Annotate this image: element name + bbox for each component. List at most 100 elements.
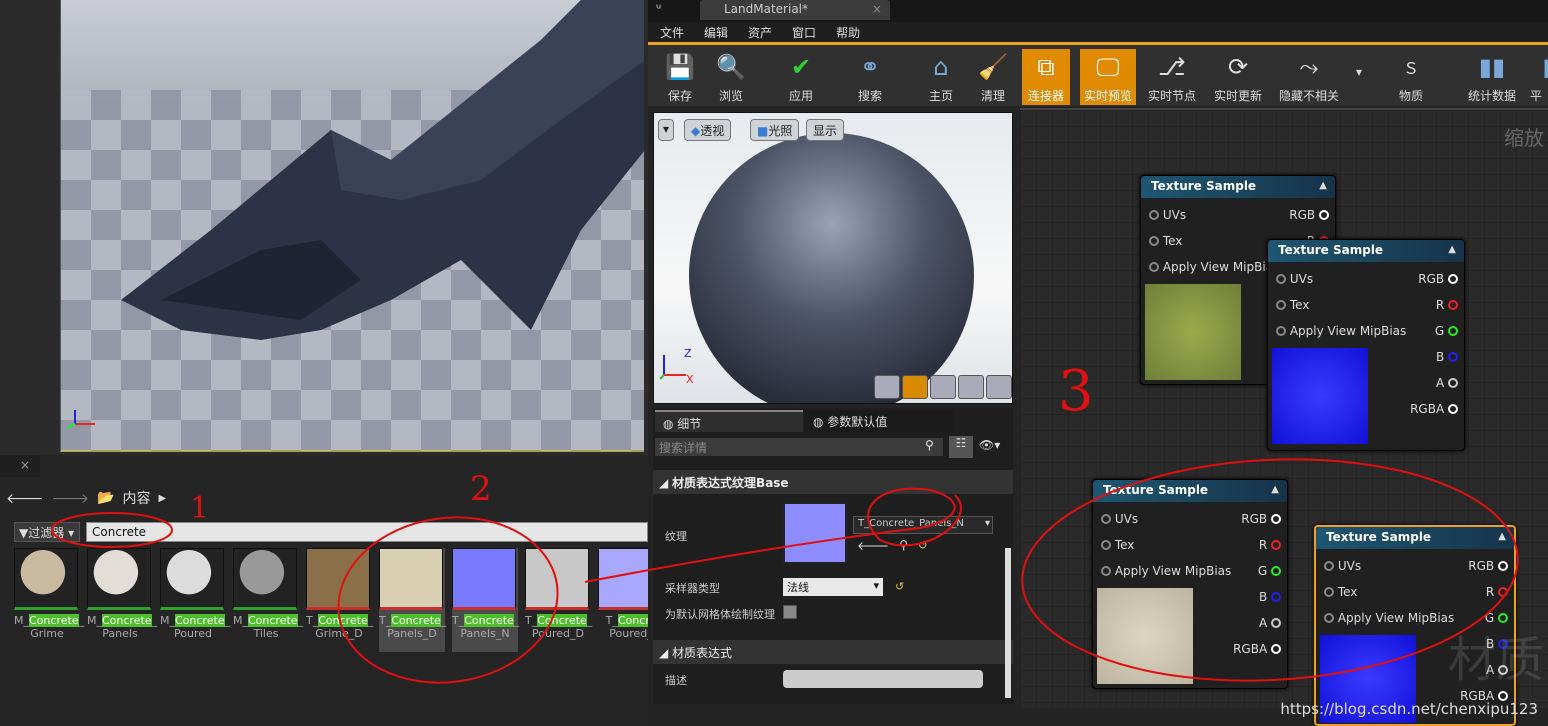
apply-button[interactable]: ✔ 应用 <box>780 49 822 105</box>
eye-icon[interactable]: 👁▾ <box>979 438 1000 452</box>
lit-button[interactable]: ■光照 <box>750 119 800 141</box>
browse-button[interactable]: 🔍 浏览 <box>710 49 752 105</box>
asset-tile[interactable]: M_Concrete_ Tiles <box>233 548 303 652</box>
input-pin-mipbias[interactable]: Apply View MipBias <box>1324 611 1454 627</box>
output-pin-r[interactable]: R <box>1436 298 1458 314</box>
live-update-button[interactable]: ⟳ 实时更新 <box>1210 49 1266 105</box>
output-pin-rgb[interactable]: RGB <box>1468 559 1508 575</box>
asset-tile[interactable]: T_Concrete_ Panels_N <box>452 548 519 652</box>
reset-icon[interactable]: ↺ <box>918 538 928 553</box>
collapse-icon[interactable]: ▲ <box>1271 484 1279 495</box>
use-selected-icon[interactable]: 🡐 <box>857 538 889 553</box>
platform-button[interactable]: ▮ 平台 <box>1530 49 1548 105</box>
material-preview-viewport[interactable]: ▾ ◆透视 ■光照 显示 Z X <box>653 112 1013 404</box>
input-pin-tex[interactable]: Tex <box>1149 234 1182 250</box>
output-pin-rgb[interactable]: RGB <box>1418 272 1458 288</box>
details-search-input[interactable]: 搜索详情 <box>655 438 943 456</box>
custom-mesh-preview-icon[interactable] <box>986 375 1012 399</box>
output-pin-rgba[interactable]: RGBA <box>1233 642 1281 658</box>
collapse-icon[interactable]: ▲ <box>1319 180 1327 191</box>
viewport-scene[interactable] <box>60 0 644 452</box>
close-icon[interactable]: × <box>872 2 882 16</box>
search-icon[interactable]: ⚲ <box>925 438 934 452</box>
output-pin-r[interactable]: R <box>1259 538 1281 554</box>
menu-file[interactable]: 文件 <box>660 24 684 41</box>
perspective-button[interactable]: ◆透视 <box>684 119 732 141</box>
breadcrumb-content[interactable]: 内容 <box>123 488 151 508</box>
texture-sample-node-3[interactable]: Texture Sample ▲ UVs Tex Apply View MipB… <box>1092 479 1288 689</box>
input-pin-tex[interactable]: Tex <box>1324 585 1357 601</box>
output-pin-rgb[interactable]: RGB <box>1241 512 1281 528</box>
tab-details[interactable]: ◍ 细节 <box>655 410 803 432</box>
output-pin-rgb[interactable]: RGB <box>1289 208 1329 224</box>
input-pin-mipbias[interactable]: Apply View MipBias <box>1101 564 1231 580</box>
texture-sample-node-2[interactable]: Texture Sample ▲ UVs Tex Apply View MipB… <box>1267 239 1465 451</box>
asset-tile[interactable]: M_Concrete_ Poured <box>160 548 230 652</box>
description-input[interactable] <box>783 670 983 688</box>
input-pin-tex[interactable]: Tex <box>1101 538 1134 554</box>
menu-edit[interactable]: 编辑 <box>704 24 728 41</box>
texture-asset-picker[interactable]: T_Concrete_Panels_N <box>853 516 993 534</box>
output-pin-a[interactable]: A <box>1259 616 1281 632</box>
input-pin-uvs[interactable]: UVs <box>1101 512 1138 528</box>
input-pin-uvs[interactable]: UVs <box>1324 559 1361 575</box>
input-pin-uvs[interactable]: UVs <box>1276 272 1313 288</box>
search-button[interactable]: ⚭ 搜索 <box>848 49 892 105</box>
section-texture-base[interactable]: ◢ 材质表达式纹理Base <box>653 470 1013 494</box>
live-nodes-button[interactable]: ⎇ 实时节点 <box>1144 49 1200 105</box>
substance-button[interactable]: Ｓ 物质 <box>1390 49 1432 105</box>
forward-arrow-icon[interactable]: 🡒 <box>52 490 90 507</box>
input-pin-mipbias[interactable]: Apply View MipBias <box>1149 260 1279 276</box>
menu-help[interactable]: 帮助 <box>836 24 860 41</box>
browse-icon[interactable]: ⚲ <box>899 538 908 553</box>
output-pin-a[interactable]: A <box>1436 376 1458 392</box>
output-pin-g[interactable]: G <box>1435 324 1458 340</box>
cube-preview-icon[interactable] <box>958 375 984 399</box>
input-pin-mipbias[interactable]: Apply View MipBias <box>1276 324 1406 340</box>
save-button[interactable]: 💾 保存 <box>660 49 700 105</box>
sampler-type-dropdown[interactable]: 法线 ▾ <box>783 578 883 596</box>
back-arrow-icon[interactable]: 🡐 <box>6 490 44 507</box>
reset-icon[interactable]: ↺ <box>895 580 904 593</box>
input-pin-uvs[interactable]: UVs <box>1149 208 1186 224</box>
asset-tile[interactable]: T_Concrete_ Poured_D <box>525 548 592 652</box>
menu-window[interactable]: 窗口 <box>792 24 816 41</box>
sphere-preview-icon[interactable] <box>902 375 928 399</box>
details-scrollbar[interactable] <box>1005 548 1011 698</box>
tab-landmaterial[interactable]: LandMaterial* × <box>700 0 890 20</box>
asset-tile[interactable]: T_Concrete_ Panels_D <box>379 548 446 652</box>
default-mesh-checkbox[interactable] <box>783 605 797 619</box>
asset-tile[interactable]: T_Concrete_ Grime_D <box>306 548 373 652</box>
section-expression[interactable]: ◢ 材质表达式 <box>653 640 1013 664</box>
output-pin-b[interactable]: B <box>1436 350 1458 366</box>
asset-search-input[interactable]: Concrete <box>86 522 648 542</box>
input-pin-tex[interactable]: Tex <box>1276 298 1309 314</box>
view-options-icon[interactable]: ☷ <box>949 436 973 458</box>
output-pin-rgba[interactable]: RGBA <box>1410 402 1458 418</box>
level-viewport[interactable] <box>0 0 648 455</box>
collapse-icon[interactable]: ▲ <box>1448 244 1456 255</box>
menu-asset[interactable]: 资产 <box>748 24 772 41</box>
stats-button[interactable]: ▮▮ 统计数据 <box>1464 49 1520 105</box>
tab-parameter-defaults[interactable]: ◍ 参数默认值 <box>805 410 953 432</box>
output-pin-b[interactable]: B <box>1259 590 1281 606</box>
clean-up-button[interactable]: 🧹 清理 <box>972 49 1014 105</box>
hide-unrelated-button[interactable]: ⤳ 隐藏不相关 <box>1276 49 1342 105</box>
plane-preview-icon[interactable] <box>930 375 956 399</box>
show-button[interactable]: 显示 <box>806 119 845 141</box>
output-pin-g[interactable]: G <box>1258 564 1281 580</box>
collapse-icon[interactable]: ▲ <box>1498 531 1506 542</box>
texture-thumbnail[interactable] <box>783 502 847 564</box>
content-browser-tab-close[interactable]: × <box>0 455 40 477</box>
breadcrumb-chevron-icon[interactable]: ▶ <box>159 493 167 504</box>
connectors-button[interactable]: ⧉ 连接器 <box>1022 49 1070 105</box>
preview-options-dropdown[interactable]: ▾ <box>658 119 675 141</box>
asset-tile[interactable]: M_Concrete_ Panels <box>87 548 157 652</box>
home-button[interactable]: ⌂ 主页 <box>920 49 962 105</box>
chevron-down-icon[interactable]: ▾ <box>985 518 990 529</box>
asset-tile[interactable]: M_Concrete_ Grime <box>14 548 84 652</box>
output-pin-r[interactable]: R <box>1486 585 1508 601</box>
live-preview-button[interactable]: 🖵 实时预览 <box>1080 49 1136 105</box>
filter-dropdown[interactable]: ▼过滤器 ▾ <box>14 522 80 542</box>
cylinder-preview-icon[interactable] <box>874 375 900 399</box>
